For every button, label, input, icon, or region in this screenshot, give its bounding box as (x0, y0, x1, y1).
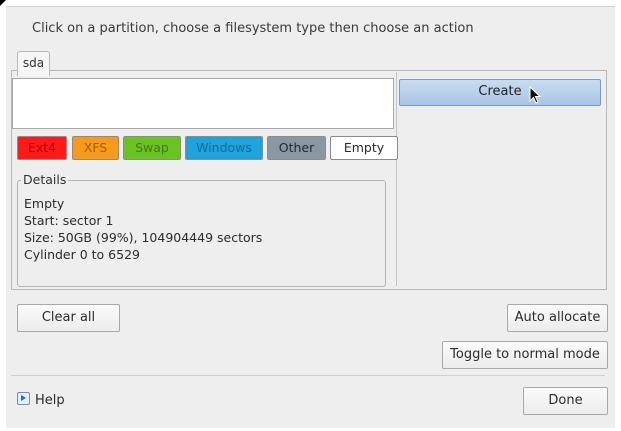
help-link[interactable]: Help (17, 392, 65, 408)
done-button[interactable]: Done (523, 387, 608, 415)
instruction-text: Click on a partition, choose a filesyste… (32, 21, 474, 36)
fs-windows-button[interactable]: Windows (185, 136, 263, 160)
tab-sda[interactable]: sda (17, 51, 50, 76)
fs-xfs-label: XFS (83, 140, 108, 155)
fs-other-label: Other (278, 140, 315, 155)
fs-windows-label: Windows (196, 140, 252, 155)
fs-ext4-label: Ext4 (27, 140, 57, 155)
expand-arrow-icon (17, 392, 30, 405)
fs-swap-label: Swap (135, 140, 169, 155)
auto-allocate-button[interactable]: Auto allocate (507, 304, 608, 332)
details-legend: Details (21, 172, 69, 187)
separator (11, 375, 605, 376)
fs-xfs-button[interactable]: XFS (72, 136, 119, 160)
detail-type: Empty (24, 196, 65, 211)
detail-start: Start: sector 1 (24, 213, 114, 228)
clear-all-button[interactable]: Clear all (17, 304, 120, 332)
window-corner (0, 0, 6, 6)
detail-size: Size: 50GB (99%), 104904449 sectors (24, 230, 263, 245)
toggle-mode-button[interactable]: Toggle to normal mode (442, 341, 608, 369)
partition-map[interactable] (12, 78, 394, 129)
fs-swap-button[interactable]: Swap (123, 136, 181, 160)
help-label: Help (35, 393, 65, 408)
fs-empty-button[interactable]: Empty (330, 136, 398, 160)
mouse-cursor-icon (529, 86, 542, 104)
fs-ext4-button[interactable]: Ext4 (17, 136, 67, 160)
detail-cylinder: Cylinder 0 to 6529 (24, 247, 140, 262)
fs-empty-label: Empty (343, 140, 385, 155)
create-button[interactable]: Create (399, 79, 601, 106)
fs-other-button[interactable]: Other (267, 136, 326, 160)
